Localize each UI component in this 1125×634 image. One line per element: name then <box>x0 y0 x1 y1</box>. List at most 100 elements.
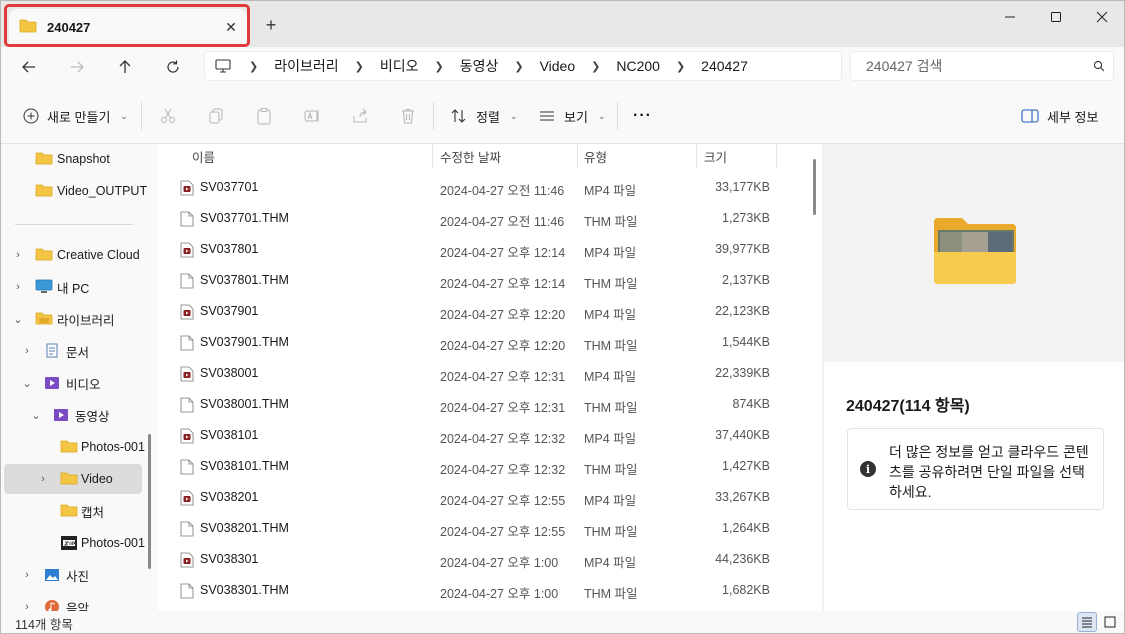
file-date: 2024-04-27 오후 12:31 <box>440 370 566 384</box>
nav-item-music[interactable]: › 음악 <box>4 592 142 611</box>
chevron-right-icon[interactable]: › <box>20 345 34 357</box>
nav-item-photos-001-zip[interactable]: Photos-001 <box>4 528 145 558</box>
breadcrumb-item[interactable]: 동영상 <box>454 56 505 76</box>
forward-button[interactable] <box>63 53 91 81</box>
table-row[interactable]: SV038001.THM 2024-04-27 오후 12:31 THM 파일 874… <box>158 389 798 420</box>
sort-icon <box>451 109 466 123</box>
nav-item-video-output[interactable]: Video_OUTPUT <box>4 176 147 206</box>
paste-icon[interactable] <box>252 104 276 128</box>
nav-item-photos-001[interactable]: Photos-001 <box>4 432 145 462</box>
chevron-down-icon[interactable]: ⌄ <box>11 313 25 326</box>
chevron-right-icon[interactable]: › <box>36 473 50 485</box>
details-pane-button[interactable]: 세부 정보 <box>1021 101 1098 131</box>
table-row[interactable]: SV037901 2024-04-27 오후 12:20 MP4 파일 22,123K… <box>158 296 798 327</box>
close-button[interactable] <box>1079 1 1125 33</box>
chevron-right-icon[interactable]: › <box>20 601 34 611</box>
file-date: 2024-04-27 오후 12:20 <box>440 308 566 322</box>
column-divider[interactable] <box>776 144 777 168</box>
share-icon[interactable] <box>348 104 372 128</box>
nav-item-creative-cloud[interactable]: › Creative Cloud <box>4 240 142 270</box>
pictures-icon <box>44 567 62 583</box>
table-row[interactable]: SV037901.THM 2024-04-27 오후 12:20 THM 파일 1,5… <box>158 327 798 358</box>
file-size: 874KB <box>732 397 770 411</box>
chevron-right-icon[interactable]: › <box>20 569 34 581</box>
table-row[interactable]: SV038301 2024-04-27 오후 1:00 MP4 파일 44,236KB <box>158 544 798 575</box>
column-header-type[interactable]: 유형 <box>584 144 607 168</box>
file-size: 22,123KB <box>715 304 770 318</box>
file-list-scrollbar[interactable] <box>813 159 816 215</box>
more-options-button[interactable]: ··· <box>633 101 652 131</box>
column-header-size[interactable]: 크기 <box>704 144 727 168</box>
rename-icon[interactable] <box>300 104 324 128</box>
up-button[interactable] <box>111 53 139 81</box>
details-view-button[interactable] <box>1077 612 1097 632</box>
breadcrumb-item[interactable]: NC200 <box>610 58 666 74</box>
new-tab-button[interactable]: + <box>259 13 283 37</box>
nav-item-label: Photos-001 <box>81 440 145 454</box>
chevron-right-icon[interactable]: › <box>11 249 25 261</box>
nav-item-video[interactable]: › Video <box>4 464 142 494</box>
chevron-down-icon[interactable]: ⌄ <box>29 409 43 422</box>
table-row[interactable]: SV037701.THM 2024-04-27 오전 11:46 THM 파일 1,2… <box>158 203 798 234</box>
breadcrumb-item[interactable]: 240427 <box>695 58 754 74</box>
nav-scrollbar[interactable] <box>148 434 151 569</box>
search-icon[interactable] <box>1085 60 1113 72</box>
nav-item-videos[interactable]: ⌄ 비디오 <box>4 368 142 398</box>
divider <box>433 102 434 130</box>
nav-item-this-pc[interactable]: › 내 PC <box>4 272 142 302</box>
info-box: i 더 많은 정보를 얻고 클라우드 콘텐츠를 공유하려면 단일 파일을 선택하… <box>847 428 1104 510</box>
table-row[interactable]: SV038201.THM 2024-04-27 오후 12:55 THM 파일 1,2… <box>158 513 798 544</box>
file-list: ⌃ 이름 수정한 날짜 유형 크기 SV037701 2024-04-27 오전 … <box>158 144 822 611</box>
chevron-right-icon[interactable]: › <box>11 281 25 293</box>
nav-item-capture[interactable]: 캡처 <box>4 496 142 526</box>
nav-item-documents[interactable]: › 문서 <box>4 336 142 366</box>
breadcrumb[interactable]: ❯ 라이브러리 ❯ 비디오 ❯ 동영상 ❯ Video ❯ NC200 ❯ 24… <box>204 51 842 81</box>
details-label: 세부 정보 <box>1047 109 1099 125</box>
new-button[interactable]: 새로 만들기 ⌄ <box>23 101 128 131</box>
maximize-button[interactable] <box>1033 1 1079 33</box>
back-button[interactable] <box>15 53 43 81</box>
table-row[interactable]: SV038301.THM 2024-04-27 오후 1:00 THM 파일 1,68… <box>158 575 798 606</box>
table-row[interactable]: SV038101 2024-04-27 오후 12:32 MP4 파일 37,440K… <box>158 420 798 451</box>
folder-icon <box>35 151 53 167</box>
column-header-date[interactable]: 수정한 날짜 <box>440 144 501 168</box>
chevron-down-icon[interactable]: ⌄ <box>20 377 34 390</box>
tab-240427[interactable]: 240427 ✕ <box>9 9 247 45</box>
tab-title: 240427 <box>47 19 91 35</box>
copy-icon[interactable] <box>204 104 228 128</box>
column-divider[interactable] <box>432 144 433 168</box>
column-divider[interactable] <box>696 144 697 168</box>
refresh-button[interactable] <box>159 53 187 81</box>
breadcrumb-item[interactable]: Video <box>534 58 582 74</box>
column-header-name[interactable]: 이름 <box>192 144 215 168</box>
search-input[interactable]: 240427 검색 <box>850 51 1114 81</box>
file-name: SV037901 <box>200 304 259 318</box>
nav-item-snapshot[interactable]: Snapshot <box>4 144 142 174</box>
nav-item-libraries[interactable]: ⌄ 라이브러리 <box>4 304 142 334</box>
arrow-left-icon <box>22 61 35 73</box>
delete-icon[interactable] <box>396 104 420 128</box>
minimize-button[interactable] <box>987 1 1033 33</box>
table-row[interactable]: SV037701 2024-04-27 오전 11:46 MP4 파일 33,177K… <box>158 172 798 203</box>
table-row[interactable]: SV037801.THM 2024-04-27 오후 12:14 THM 파일 2,1… <box>158 265 798 296</box>
minimize-icon <box>1005 16 1015 18</box>
nav-item-label: 동영상 <box>75 409 110 424</box>
column-divider[interactable] <box>577 144 578 168</box>
breadcrumb-item[interactable]: 라이브러리 <box>268 56 344 76</box>
file-type: THM 파일 <box>584 215 638 229</box>
nav-item-pictures[interactable]: › 사진 <box>4 560 142 590</box>
table-row[interactable]: SV038101.THM 2024-04-27 오후 12:32 THM 파일 1,4… <box>158 451 798 482</box>
address-row: ❯ 라이브러리 ❯ 비디오 ❯ 동영상 ❯ Video ❯ NC200 ❯ 24… <box>1 47 1124 87</box>
table-row[interactable]: SV038201 2024-04-27 오후 12:55 MP4 파일 33,267K… <box>158 482 798 513</box>
cut-icon[interactable] <box>156 104 180 128</box>
table-row[interactable]: SV037801 2024-04-27 오후 12:14 MP4 파일 39,977K… <box>158 234 798 265</box>
file-size: 1,264KB <box>722 521 770 535</box>
breadcrumb-item[interactable]: 비디오 <box>374 56 425 76</box>
thumbnail-view-button[interactable] <box>1100 612 1120 632</box>
view-button[interactable]: 보기 ⌄ <box>538 101 605 131</box>
file-size: 37,440KB <box>715 428 770 442</box>
sort-button[interactable]: 정렬 ⌄ <box>450 101 517 131</box>
nav-item-movies[interactable]: ⌄ 동영상 <box>4 400 142 430</box>
tab-close-button[interactable]: ✕ <box>219 15 243 39</box>
table-row[interactable]: SV038001 2024-04-27 오후 12:31 MP4 파일 22,339K… <box>158 358 798 389</box>
